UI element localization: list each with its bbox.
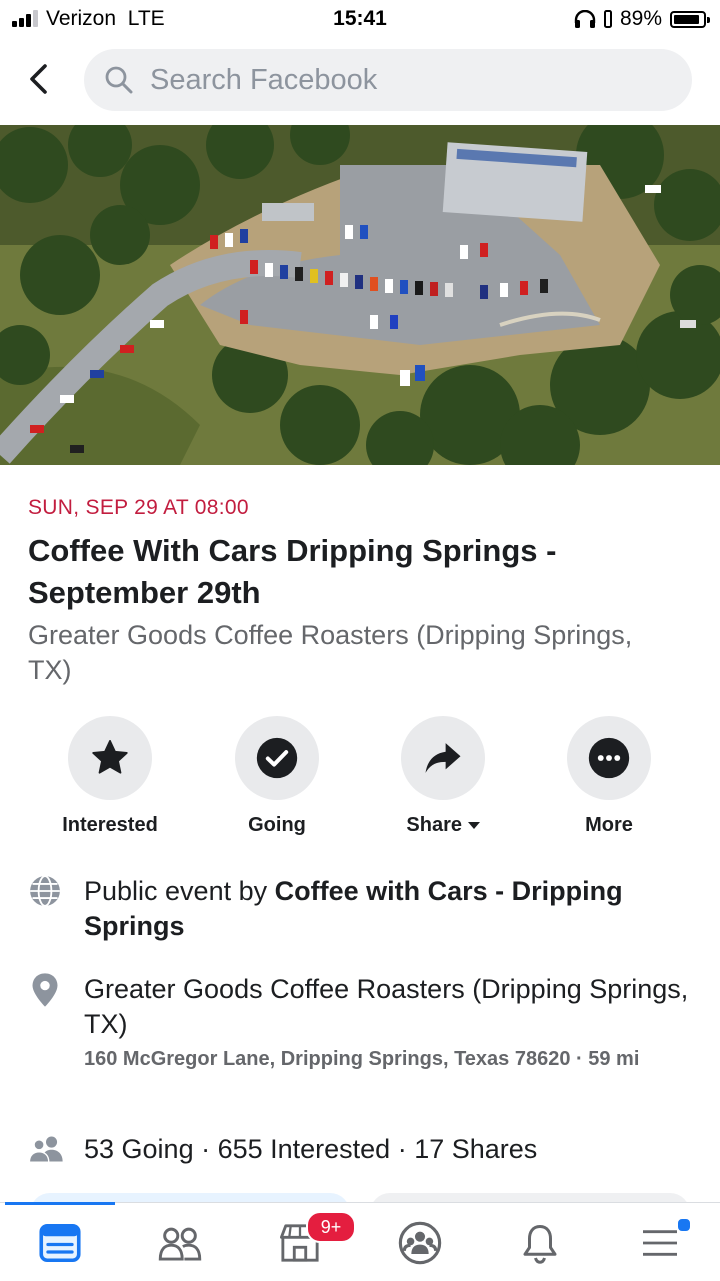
star-icon <box>92 739 128 774</box>
tab-marketplace[interactable]: 9+ <box>240 1211 360 1271</box>
battery-level <box>674 14 699 24</box>
search-input[interactable] <box>148 62 652 98</box>
location-address: 160 McGregor Lane, Dripping Springs, Tex… <box>84 1048 640 1070</box>
interested-label: Interested <box>62 814 158 836</box>
globe-icon <box>30 875 60 907</box>
headphones-icon <box>574 10 596 28</box>
tab-menu[interactable] <box>600 1215 720 1271</box>
more-label: More <box>585 814 633 836</box>
battery-percent: 89% <box>619 7 662 30</box>
more-button[interactable]: More <box>526 716 692 837</box>
tab-notifications[interactable] <box>480 1215 600 1271</box>
share-label: Share <box>406 814 463 836</box>
more-dots-icon <box>588 737 630 779</box>
check-circle-icon <box>256 737 298 779</box>
going-label: Going <box>248 814 306 836</box>
share-arrow-icon <box>425 743 461 773</box>
location-pin-icon <box>32 973 58 1007</box>
groups-icon <box>398 1221 442 1265</box>
hamburger-menu-icon <box>643 1230 677 1256</box>
friends-icon <box>158 1227 202 1261</box>
host-prefix: Public event by <box>84 876 275 906</box>
going-button[interactable]: Going <box>194 716 360 837</box>
event-title: Coffee With Cars Dripping Springs - Sept… <box>28 533 557 610</box>
battery-icon <box>670 10 710 28</box>
location-name: Greater Goods Coffee Roasters (Dripping … <box>84 974 689 1039</box>
marketplace-badge: 9+ <box>306 1211 356 1243</box>
tab-friends[interactable] <box>120 1215 240 1271</box>
event-venue[interactable]: Greater Goods Coffee Roasters (Dripping … <box>28 618 668 688</box>
tab-groups[interactable] <box>360 1215 480 1271</box>
status-bar: Verizon LTE 15:41 89% <box>0 0 720 38</box>
menu-notification-dot <box>676 1217 692 1233</box>
interested-button[interactable]: Interested <box>27 716 193 837</box>
back-chevron-icon[interactable] <box>22 62 56 96</box>
event-date: SUN, SEP 29 AT 08:00 <box>28 496 249 519</box>
top-bar <box>0 38 720 124</box>
event-cover-photo[interactable] <box>0 125 720 465</box>
bell-icon <box>523 1225 557 1264</box>
bottom-tab-bar: 9+ <box>0 1202 720 1281</box>
share-button[interactable]: Share <box>360 716 526 837</box>
active-tab-indicator <box>5 1202 115 1205</box>
people-icon <box>28 1136 63 1163</box>
news-feed-icon <box>39 1223 81 1263</box>
aerial-photo-illustration <box>0 125 720 465</box>
caret-down-icon <box>467 822 480 829</box>
search-bar[interactable] <box>84 49 692 111</box>
search-icon <box>105 66 133 94</box>
tab-news-feed[interactable] <box>0 1215 120 1271</box>
attendance-stats: 53 Going · 655 Interested · 17 Shares <box>84 1134 538 1164</box>
event-actions: Interested Going Share More <box>0 716 720 846</box>
orientation-lock-icon <box>603 10 612 28</box>
